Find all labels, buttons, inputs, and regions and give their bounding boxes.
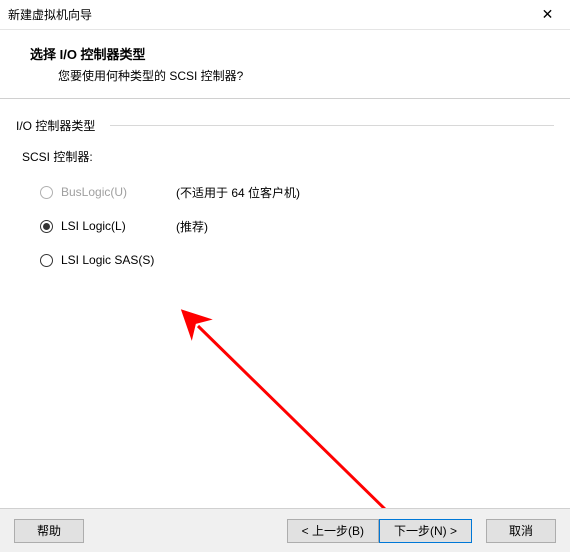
option-label: LSI Logic(L) [61, 219, 176, 233]
wizard-header: 选择 I/O 控制器类型 您要使用何种类型的 SCSI 控制器? [0, 30, 570, 99]
option-label: LSI Logic SAS(S) [61, 253, 176, 267]
option-label: BusLogic(U) [61, 185, 176, 199]
option-buslogic: BusLogic(U) (不适用于 64 位客户机) [40, 175, 554, 209]
option-hint: (推荐) [176, 218, 208, 235]
footer: 帮助 < 上一步(B) 下一步(N) > 取消 [0, 508, 570, 552]
radio-lsi-logic-sas[interactable] [40, 254, 53, 267]
radio-group: BusLogic(U) (不适用于 64 位客户机) LSI Logic(L) … [40, 175, 554, 277]
option-lsi-logic-sas[interactable]: LSI Logic SAS(S) [40, 243, 554, 277]
annotation-arrow [170, 304, 410, 524]
option-hint: (不适用于 64 位客户机) [176, 184, 300, 201]
help-button[interactable]: 帮助 [14, 519, 84, 543]
back-button[interactable]: < 上一步(B) [287, 519, 379, 543]
radio-buslogic [40, 186, 53, 199]
content-area: I/O 控制器类型 SCSI 控制器: BusLogic(U) (不适用于 64… [0, 99, 570, 489]
radio-lsi-logic[interactable] [40, 220, 53, 233]
page-subheading: 您要使用何种类型的 SCSI 控制器? [30, 67, 540, 84]
scsi-controller-label: SCSI 控制器: [22, 148, 554, 165]
group-label: I/O 控制器类型 [16, 117, 99, 134]
option-lsi-logic[interactable]: LSI Logic(L) (推荐) [40, 209, 554, 243]
next-button[interactable]: 下一步(N) > [379, 519, 472, 543]
cancel-button[interactable]: 取消 [486, 519, 556, 543]
group-divider [110, 125, 554, 126]
page-heading: 选择 I/O 控制器类型 [30, 44, 540, 63]
close-icon: ✕ [542, 6, 554, 23]
close-button[interactable]: ✕ [525, 0, 570, 30]
titlebar: 新建虚拟机向导 ✕ [0, 0, 570, 30]
window-title: 新建虚拟机向导 [8, 6, 92, 23]
